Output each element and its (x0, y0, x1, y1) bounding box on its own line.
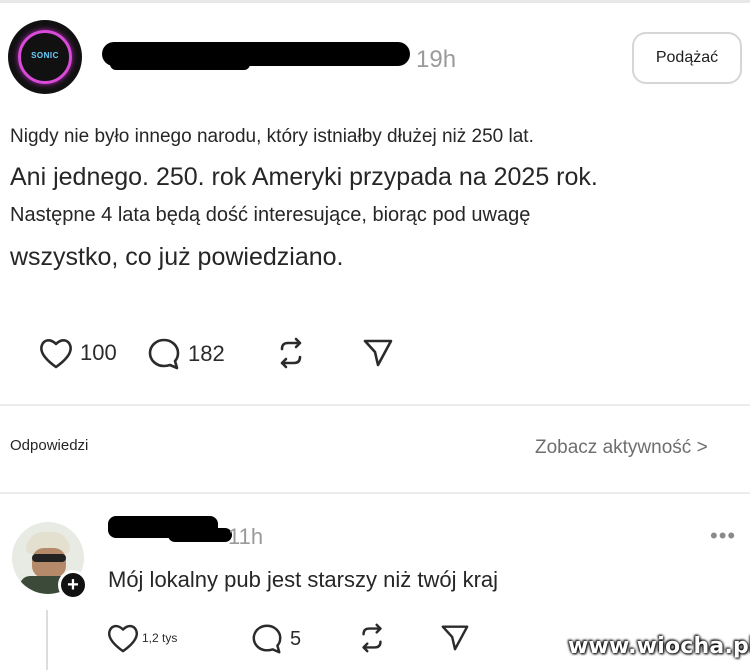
like-button[interactable]: 100 (38, 336, 117, 370)
reply-time: 11h (228, 524, 264, 549)
comment-bubble-icon (148, 338, 180, 370)
reply-share-button[interactable] (440, 622, 470, 652)
heart-icon (40, 339, 72, 369)
more-options-icon[interactable]: ••• (710, 523, 736, 549)
top-divider (0, 0, 750, 3)
post-text-line-3: Następne 4 lata będą dość interesujące, … (10, 204, 531, 226)
repost-button[interactable] (274, 336, 308, 370)
section-divider (0, 492, 750, 494)
send-icon (441, 625, 469, 651)
post-text-line-4: wszystko, co już powiedziano. (10, 243, 344, 271)
post-text-line-2: Ani jednego. 250. rok Ameryki przypada n… (10, 163, 598, 191)
reply-like-button[interactable]: 1,2 tys (106, 622, 177, 654)
section-divider (0, 404, 750, 406)
comment-count: 182 (188, 341, 225, 366)
share-button[interactable] (362, 336, 394, 368)
author-avatar[interactable]: SONIC (8, 20, 82, 94)
avatar-logo-text: SONIC (31, 51, 59, 60)
avatar-face (32, 548, 66, 578)
follow-button[interactable]: Podążać (632, 32, 742, 84)
view-activity-link[interactable]: Zobacz aktywność > (535, 437, 708, 459)
redacted-reply-username (108, 516, 232, 542)
post-text-line-1: Nigdy nie było innego narodu, który istn… (10, 126, 534, 147)
heart-icon (108, 624, 138, 653)
comment-bubble-icon (252, 624, 282, 654)
post-time: 19h (416, 46, 457, 73)
replies-heading: Odpowiedzi (10, 437, 89, 454)
redacted-username (102, 42, 410, 70)
watermark: www.wiocha.pl (568, 634, 750, 659)
avatar-glasses (32, 554, 66, 562)
repost-icon (362, 623, 382, 653)
like-count: 100 (80, 340, 117, 365)
send-icon (363, 339, 393, 367)
comment-button[interactable]: 182 (146, 336, 225, 372)
thread-line (46, 610, 48, 670)
follow-plus-icon[interactable]: + (58, 570, 88, 600)
reply-comment-button[interactable]: 5 (250, 622, 301, 656)
reply-text: Mój lokalny pub jest starszy niż twój kr… (108, 567, 499, 592)
reply-comment-count: 5 (290, 627, 302, 650)
reply-repost-button[interactable] (356, 622, 388, 654)
repost-icon (280, 337, 302, 369)
reply-like-count: 1,2 tys (142, 631, 178, 645)
